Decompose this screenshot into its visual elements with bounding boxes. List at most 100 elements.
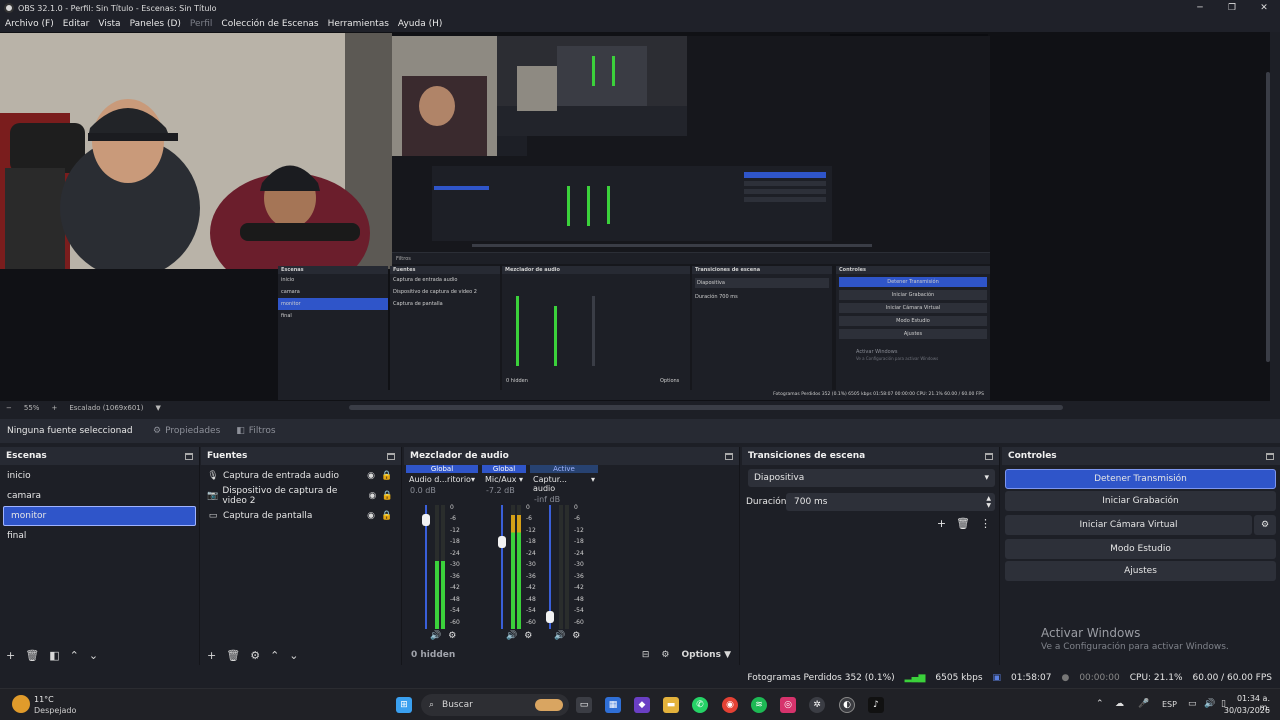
zoom-out-button[interactable]: − bbox=[6, 404, 12, 412]
source-item[interactable]: 📷 Dispositivo de captura de video 2 ◉ 🔒 bbox=[201, 486, 401, 506]
maximize-button[interactable]: ❐ bbox=[1215, 0, 1249, 16]
properties-button[interactable]: ⚙ Propiedades bbox=[145, 419, 228, 443]
menu-paneles[interactable]: Paneles (D) bbox=[130, 19, 181, 29]
studio-mode-button[interactable]: Modo Estudio bbox=[1005, 539, 1276, 559]
tray-chevron-icon[interactable]: ⌃ bbox=[1096, 699, 1104, 709]
menu-herramientas[interactable]: Herramientas bbox=[328, 19, 389, 29]
float-dock-icon[interactable] bbox=[387, 452, 395, 460]
chevron-down-icon[interactable]: ▾ bbox=[591, 475, 595, 493]
source-item[interactable]: ▭ Captura de pantalla ◉ 🔒 bbox=[201, 506, 401, 526]
weather-temp[interactable]: 11°C bbox=[34, 695, 54, 704]
volume-slider-knob[interactable] bbox=[498, 536, 506, 549]
scene-item-camara[interactable]: camara bbox=[0, 486, 199, 506]
scene-item-monitor[interactable]: monitor bbox=[3, 506, 196, 526]
move-down-icon[interactable]: ⌄ bbox=[89, 649, 98, 662]
tray-cloud-icon[interactable]: ☁ bbox=[1115, 699, 1124, 709]
network-icon[interactable]: ▭ bbox=[1188, 699, 1197, 709]
scene-item-final[interactable]: final bbox=[0, 526, 199, 546]
move-down-icon[interactable]: ⌄ bbox=[289, 649, 298, 662]
obs-taskbar-icon[interactable]: ◐ bbox=[839, 697, 855, 713]
tray-mic-icon[interactable]: 🎤 bbox=[1138, 699, 1149, 709]
menu-editar[interactable]: Editar bbox=[63, 19, 90, 29]
source-item[interactable]: 🎙 Captura de entrada audio ◉ 🔒 bbox=[201, 466, 401, 486]
virtual-camera-settings-icon[interactable]: ⚙ bbox=[1254, 515, 1276, 535]
app-icon[interactable]: ◆ bbox=[634, 697, 650, 713]
eye-icon[interactable]: ◉ bbox=[365, 491, 380, 501]
chevron-down-icon[interactable]: ▾ bbox=[471, 475, 475, 484]
windows-start-icon[interactable]: ⊞ bbox=[396, 697, 412, 713]
close-button[interactable]: ✕ bbox=[1247, 0, 1280, 16]
scene-item-inicio[interactable]: inicio bbox=[0, 466, 199, 486]
menu-ayuda[interactable]: Ayuda (H) bbox=[398, 19, 442, 29]
float-dock-icon[interactable] bbox=[185, 452, 193, 460]
float-dock-icon[interactable] bbox=[725, 452, 733, 460]
volume-icon[interactable]: 🔊 bbox=[1204, 699, 1215, 709]
channel-name-row[interactable]: Mic/Aux ▾ bbox=[482, 473, 526, 486]
move-up-icon[interactable]: ⌃ bbox=[270, 649, 279, 662]
eye-icon[interactable]: ◉ bbox=[363, 511, 379, 521]
weather-desc[interactable]: Despejado bbox=[34, 706, 76, 715]
store-icon[interactable]: ▦ bbox=[605, 697, 621, 713]
mute-icon[interactable]: 🔊 bbox=[554, 631, 565, 641]
channel-settings-icon[interactable]: ⚙ bbox=[572, 631, 580, 641]
mixer-layout-icon[interactable]: ⊟ bbox=[642, 650, 650, 660]
db-scale-tick: -6 bbox=[574, 515, 580, 523]
chevron-down-icon[interactable]: ▾ bbox=[519, 475, 523, 484]
task-view-icon[interactable]: ▭ bbox=[576, 697, 592, 713]
menu-archivo[interactable]: Archivo (F) bbox=[5, 19, 54, 29]
clock-date[interactable]: 30/03/2026 bbox=[1222, 706, 1270, 715]
spin-arrows-icon[interactable]: ▲ ▼ bbox=[986, 495, 991, 509]
settings-button[interactable]: Ajustes bbox=[1005, 561, 1276, 581]
channel-name-row[interactable]: Captur... audio ▾ bbox=[530, 473, 598, 495]
scene-filters-icon[interactable]: ◧ bbox=[49, 649, 59, 662]
taskbar-search[interactable]: ⌕ Buscar bbox=[421, 694, 569, 716]
channel-settings-icon[interactable]: ⚙ bbox=[448, 631, 456, 641]
start-recording-button[interactable]: Iniciar Grabación bbox=[1005, 491, 1276, 511]
chatgpt-icon[interactable]: ✲ bbox=[809, 697, 825, 713]
remove-transition-icon[interactable]: 🗑 bbox=[956, 517, 970, 530]
language-indicator[interactable]: ESP bbox=[1162, 700, 1177, 709]
mute-icon[interactable]: 🔊 bbox=[430, 631, 441, 641]
volume-slider-knob[interactable] bbox=[546, 611, 554, 624]
controls-header: Controles bbox=[1002, 447, 1280, 465]
start-virtual-camera-button[interactable]: Iniciar Cámara Virtual bbox=[1005, 515, 1252, 535]
source-properties-icon[interactable]: ⚙ bbox=[250, 649, 260, 662]
chrome-icon[interactable]: ◉ bbox=[722, 697, 738, 713]
scale-dropdown-icon[interactable]: ▼ bbox=[156, 404, 161, 412]
remove-scene-icon[interactable]: 🗑 bbox=[25, 649, 39, 662]
lock-icon[interactable]: 🔒 bbox=[379, 471, 395, 481]
float-dock-icon[interactable] bbox=[1266, 452, 1274, 460]
move-up-icon[interactable]: ⌃ bbox=[70, 649, 79, 662]
more-options-icon[interactable]: ⋮ bbox=[980, 517, 991, 530]
transition-select[interactable]: Diapositiva ▾ bbox=[748, 469, 995, 487]
stop-streaming-button[interactable]: Detener Transmisión bbox=[1005, 469, 1276, 489]
add-scene-icon[interactable]: + bbox=[6, 649, 15, 662]
remove-source-icon[interactable]: 🗑 bbox=[226, 649, 240, 662]
preview-vertical-scrollbar[interactable] bbox=[1266, 72, 1270, 362]
menu-coleccion-escenas[interactable]: Colección de Escenas bbox=[221, 19, 318, 29]
tiktok-icon[interactable]: ♪ bbox=[868, 697, 884, 713]
float-dock-icon[interactable] bbox=[985, 452, 993, 460]
volume-slider-track[interactable] bbox=[501, 505, 503, 629]
file-explorer-icon[interactable]: ▬ bbox=[663, 697, 679, 713]
mixer-advanced-icon[interactable]: ⚙ bbox=[661, 650, 669, 660]
filters-button[interactable]: ◧ Filtros bbox=[228, 419, 283, 443]
instagram-icon[interactable]: ◎ bbox=[780, 697, 796, 713]
minimize-button[interactable]: ─ bbox=[1183, 0, 1217, 16]
menu-vista[interactable]: Vista bbox=[98, 19, 120, 29]
channel-name-row[interactable]: Audio d...ritorio ▾ bbox=[406, 473, 478, 486]
volume-slider-track[interactable] bbox=[549, 505, 551, 629]
eye-icon[interactable]: ◉ bbox=[363, 471, 379, 481]
volume-slider-knob[interactable] bbox=[422, 513, 430, 526]
options-button[interactable]: Options ▼ bbox=[682, 650, 732, 660]
whatsapp-icon[interactable]: ✆ bbox=[692, 697, 708, 713]
zoom-in-button[interactable]: + bbox=[51, 404, 57, 412]
mute-icon[interactable]: 🔊 bbox=[506, 631, 517, 641]
lock-icon[interactable]: 🔒 bbox=[379, 511, 395, 521]
add-source-icon[interactable]: + bbox=[207, 649, 216, 662]
spotify-icon[interactable]: ≋ bbox=[751, 697, 767, 713]
add-transition-icon[interactable]: + bbox=[937, 517, 946, 530]
duration-spinbox[interactable]: 700 ms ▲ ▼ bbox=[786, 493, 995, 511]
preview-horizontal-scrollbar[interactable] bbox=[349, 405, 1063, 410]
lock-icon[interactable]: 🔒 bbox=[380, 491, 395, 501]
